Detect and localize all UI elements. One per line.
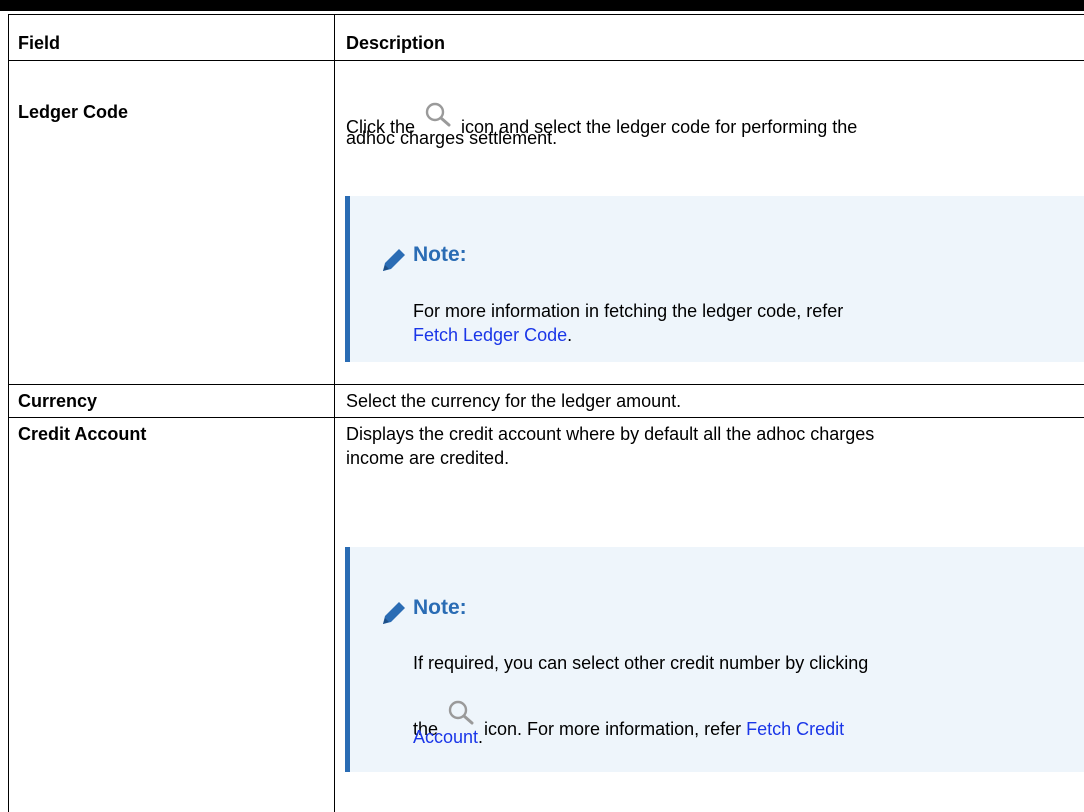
ledger-code-note: Note: For more information in fetching t… bbox=[345, 196, 1084, 362]
top-rule bbox=[0, 0, 1084, 11]
header-divider bbox=[8, 60, 1084, 61]
credit-account-description-line1: Displays the credit account where by def… bbox=[346, 424, 875, 444]
row-divider-2 bbox=[8, 417, 1084, 418]
search-icon bbox=[446, 699, 476, 729]
row-divider-1 bbox=[8, 384, 1084, 385]
note-text-line1: For more information in fetching the led… bbox=[413, 301, 844, 321]
ledger-code-description-line2: adhoc charges settlement. bbox=[346, 128, 558, 148]
header-field: Field bbox=[18, 33, 61, 53]
header-description: Description bbox=[346, 33, 446, 53]
fetch-credit-account-link-cont[interactable]: Account bbox=[413, 727, 478, 747]
note-text-line2: Fetch Ledger Code. bbox=[413, 325, 573, 345]
field-description-table: Field Description Ledger Code Click the i… bbox=[8, 14, 1084, 812]
currency-description: Select the currency for the ledger amoun… bbox=[346, 391, 682, 411]
note-title: Note: bbox=[413, 243, 467, 266]
credit-account-note: Note: If required, you can select other … bbox=[345, 547, 1084, 772]
note-text-line1: If required, you can select other credit… bbox=[413, 653, 869, 673]
pencil-icon bbox=[383, 602, 405, 624]
credit-account-description-line2: income are credited. bbox=[346, 448, 510, 468]
note-text-line3: Account. bbox=[413, 727, 484, 747]
pencil-icon bbox=[383, 249, 405, 271]
field-ledger-code: Ledger Code bbox=[18, 102, 129, 122]
field-currency: Currency bbox=[18, 391, 98, 411]
fetch-ledger-code-link[interactable]: Fetch Ledger Code bbox=[413, 325, 567, 345]
note-title: Note: bbox=[413, 596, 467, 619]
table-border-top bbox=[8, 14, 1084, 15]
field-credit-account: Credit Account bbox=[18, 424, 147, 444]
table-border-left bbox=[8, 14, 9, 812]
column-divider bbox=[334, 14, 335, 812]
fetch-credit-account-link[interactable]: Fetch Credit bbox=[746, 719, 844, 739]
